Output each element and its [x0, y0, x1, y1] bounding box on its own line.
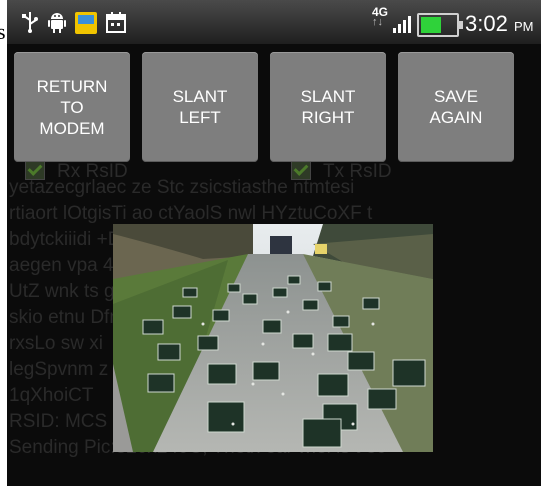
- time-value: 3:02: [465, 11, 508, 36]
- calendar-icon: [106, 12, 126, 33]
- clock: 3:02 PM: [465, 11, 533, 37]
- road-scene-image: [113, 224, 433, 452]
- button-label: SAVE AGAIN: [429, 87, 483, 127]
- left-edge-strip: s: [0, 0, 7, 486]
- status-bar: 4G ↑↓ 3:02 PM: [7, 0, 541, 44]
- checkbox-row: Rx RsID Tx RsID: [7, 160, 541, 186]
- slant-right-button[interactable]: SLANT RIGHT: [270, 52, 386, 162]
- save-again-button[interactable]: SAVE AGAIN: [398, 52, 514, 162]
- return-to-modem-button[interactable]: RETURN TO MODEM: [14, 52, 130, 162]
- rx-rsid-checkbox[interactable]: Rx RsID: [25, 160, 128, 183]
- checkmark-icon: [25, 160, 45, 180]
- usb-icon: [22, 12, 38, 33]
- button-label: SLANT LEFT: [172, 87, 228, 127]
- checkmark-icon: [291, 160, 311, 180]
- received-picture: [113, 224, 433, 452]
- rx-rsid-label: Rx RsID: [57, 161, 128, 182]
- network-type: 4G ↑↓: [372, 5, 389, 28]
- clipped-text: s: [0, 19, 6, 44]
- slant-left-button[interactable]: SLANT LEFT: [142, 52, 258, 162]
- tx-rsid-label: Tx RsID: [323, 161, 392, 182]
- android-icon: [48, 13, 66, 33]
- phone-screen: yetazecgrlaec ze Stc zsicstiasthe ntmtes…: [7, 0, 541, 486]
- button-label: SLANT RIGHT: [300, 87, 356, 127]
- time-ampm: PM: [513, 19, 534, 34]
- signal-bars-icon: [393, 16, 411, 33]
- button-label: RETURN TO MODEM: [36, 76, 108, 138]
- battery-icon: [417, 13, 463, 37]
- tx-rsid-checkbox[interactable]: Tx RsID: [291, 160, 392, 183]
- notification-icon: [75, 12, 97, 34]
